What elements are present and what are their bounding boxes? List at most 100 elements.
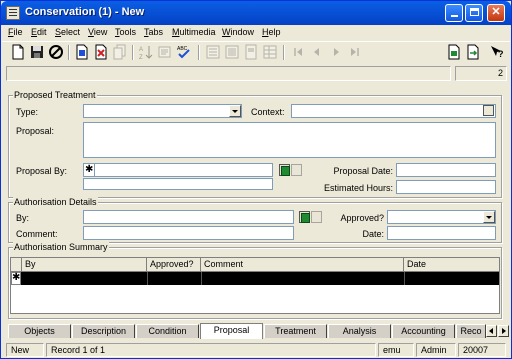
next-record-icon[interactable] [328, 44, 344, 60]
menu-tabs[interactable]: Tabs [144, 27, 163, 37]
tab-objects[interactable]: Objects [8, 324, 71, 338]
status-database: emu [378, 343, 414, 357]
toolbar-separator [283, 45, 285, 60]
application-window: Conservation (1) - New ✕ File Edit Selec… [0, 0, 512, 359]
svg-text:Z: Z [139, 55, 143, 60]
tab-condition[interactable]: Condition [136, 324, 199, 338]
tab-scroll-right-button[interactable] [498, 325, 509, 337]
context-lookup-icon[interactable] [483, 105, 494, 116]
title-bar[interactable]: Conservation (1) - New ✕ [1, 1, 511, 25]
table-view-icon[interactable] [262, 44, 278, 60]
cell-divider [201, 272, 202, 285]
context-field[interactable] [291, 104, 496, 118]
insert-icon[interactable] [74, 44, 90, 60]
help-icon[interactable]: ? [489, 44, 505, 60]
cell-divider [404, 272, 405, 285]
party-clear-icon[interactable] [291, 164, 302, 176]
column-header-comment[interactable]: Comment [201, 258, 404, 272]
authorisation-date-label: Date: [362, 229, 384, 239]
column-header-date[interactable]: Date [404, 258, 499, 272]
toolbar-separator [132, 45, 134, 60]
proposal-label: Proposal: [16, 126, 55, 136]
menu-edit[interactable]: Edit [31, 27, 47, 37]
table-row[interactable] [11, 272, 499, 285]
proposal-textarea[interactable] [83, 122, 496, 158]
menu-file[interactable]: File [8, 27, 23, 37]
close-icon: ✕ [491, 6, 501, 18]
proposed-treatment-legend: Proposed Treatment [13, 90, 97, 100]
form-view-icon[interactable] [205, 44, 221, 60]
first-record-icon[interactable] [290, 44, 306, 60]
context-label: Context: [251, 107, 285, 117]
menu-multimedia[interactable]: Multimedia [172, 27, 216, 37]
menu-tools[interactable]: Tools [115, 27, 136, 37]
report-icon[interactable] [446, 44, 462, 60]
menu-select[interactable]: Select [55, 27, 80, 37]
save-icon[interactable] [29, 44, 45, 60]
authorisation-comment-field[interactable] [83, 226, 294, 240]
copy-icon[interactable] [112, 44, 128, 60]
cancel-icon[interactable] [48, 44, 64, 60]
tab-analysis[interactable]: Analysis [328, 324, 391, 338]
authorisation-comment-label: Comment: [16, 229, 58, 239]
tab-proposal[interactable]: Proposal [200, 323, 263, 339]
record-navigation-bar [6, 66, 451, 81]
maximize-icon [469, 8, 479, 16]
authorisation-details-group: Authorisation Details By: Approved? Comm… [8, 197, 502, 243]
menu-view[interactable]: View [88, 27, 107, 37]
edit-icon[interactable] [157, 44, 173, 60]
estimated-hours-label: Estimated Hours: [323, 183, 393, 193]
app-icon[interactable] [6, 6, 20, 20]
record-count: 2 [455, 66, 507, 81]
last-record-icon[interactable] [347, 44, 363, 60]
sort-icon[interactable]: AZ [138, 44, 154, 60]
column-header-by[interactable]: By [22, 258, 147, 272]
proposal-by-field[interactable]: ✱ [83, 163, 273, 177]
authorisation-details-legend: Authorisation Details [13, 197, 98, 207]
tab-scroll-left-button[interactable] [486, 325, 497, 337]
chevron-right-icon [502, 328, 506, 334]
tab-records[interactable]: Reco [456, 324, 486, 338]
proposal-date-label: Proposal Date: [333, 166, 393, 176]
authorisation-by-field[interactable] [83, 210, 294, 224]
proposal-by-continuation[interactable] [83, 178, 273, 190]
authorisation-summary-table[interactable]: By Approved? Comment Date ✱ [10, 257, 500, 314]
proposal-date-field[interactable] [396, 163, 496, 177]
status-mode: New [6, 343, 44, 357]
close-button[interactable]: ✕ [487, 4, 505, 22]
new-icon[interactable] [10, 44, 26, 60]
menu-bar: File Edit Select View Tools Tabs Multime… [2, 25, 510, 40]
chevron-down-icon[interactable] [483, 211, 495, 223]
status-user: Admin [416, 343, 456, 357]
form-area: Proposed Treatment Type: Context: Propos… [6, 85, 506, 321]
delete-icon[interactable] [93, 44, 109, 60]
authorisation-by-label: By: [16, 213, 30, 223]
field-divider [94, 164, 95, 176]
tab-accounting[interactable]: Accounting [392, 324, 455, 338]
export-icon[interactable] [465, 44, 481, 60]
column-header-approved[interactable]: Approved? [147, 258, 201, 272]
page-view-icon[interactable] [243, 44, 259, 60]
spellcheck-icon[interactable]: ABC [176, 44, 192, 60]
maximize-button[interactable] [465, 4, 483, 22]
new-row-marker[interactable]: ✱ [11, 272, 21, 285]
tab-description[interactable]: Description [72, 324, 135, 338]
chevron-down-icon[interactable] [229, 105, 241, 117]
menu-window[interactable]: Window [222, 27, 254, 37]
type-dropdown[interactable] [83, 104, 242, 118]
new-entry-marker: ✱ [85, 164, 94, 175]
previous-record-icon[interactable] [309, 44, 325, 60]
minimize-button[interactable] [445, 4, 463, 22]
tab-treatment[interactable]: Treatment [264, 324, 327, 338]
menu-help[interactable]: Help [262, 27, 281, 37]
approved-dropdown[interactable] [387, 210, 496, 224]
proposed-treatment-group: Proposed Treatment Type: Context: Propos… [8, 90, 502, 198]
svg-text:A: A [139, 47, 143, 53]
window-title: Conservation (1) - New [25, 6, 145, 18]
list-view-icon[interactable] [224, 44, 240, 60]
tab-strip: Objects Description Condition Proposal T… [4, 323, 510, 340]
party-lookup-icon[interactable] [279, 164, 290, 176]
estimated-hours-field[interactable] [396, 180, 496, 194]
authorisation-date-field[interactable] [387, 226, 496, 240]
toolbar-separator [68, 45, 70, 60]
